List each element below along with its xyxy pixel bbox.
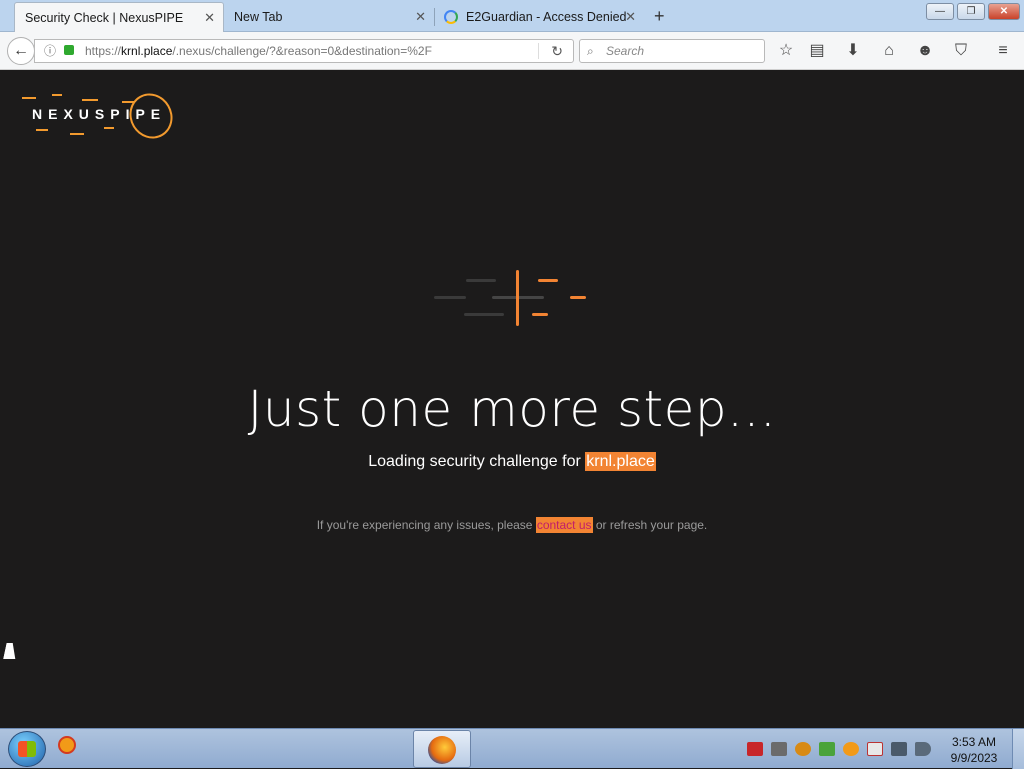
taskbar: 3:53 AM 9/9/2023 [0, 728, 1024, 769]
search-placeholder: Search [606, 44, 645, 58]
loading-message-text: Loading security challenge for [368, 453, 581, 470]
reload-icon[interactable]: ↻ [551, 40, 563, 62]
close-window-button[interactable]: ✕ [988, 3, 1020, 20]
url-bar[interactable]: ⓘ https://krnl.place/.nexus/challenge/?&… [34, 39, 574, 63]
tab-security-check[interactable]: Security Check | NexusPIPE ✕ [14, 2, 224, 32]
tray-app-icon[interactable] [843, 742, 859, 756]
logo-dash [36, 129, 48, 131]
loading-message: Loading security challenge for krnl.plac… [0, 452, 1024, 471]
windows-logo-icon [18, 741, 36, 757]
tab-close-icon[interactable]: ✕ [415, 9, 426, 25]
contact-us-link[interactable]: contact us [535, 517, 593, 533]
pinned-app-icon[interactable] [58, 736, 76, 754]
google-icon [444, 10, 458, 24]
page-content: NEXUSPIPE Just one more step... Loading … [0, 71, 1024, 728]
tab-label: New Tab [234, 10, 283, 24]
url-text[interactable]: https://krnl.place/.nexus/challenge/?&re… [85, 40, 432, 62]
spinner-bar [516, 270, 519, 326]
spinner-bar [532, 313, 548, 316]
logo-text: NEXUSPIPE [32, 106, 167, 122]
tab-label: E2Guardian - Access Denied [466, 10, 627, 24]
logo-dash [82, 99, 98, 101]
tab-e2guardian[interactable]: E2Guardian - Access Denied ✕ [434, 2, 644, 32]
spinner-bar [466, 279, 496, 282]
spinner-bar [570, 296, 586, 299]
navigation-bar: ← ⓘ https://krnl.place/.nexus/challenge/… [0, 32, 1024, 70]
new-tab-button[interactable]: + [654, 6, 665, 27]
tray-utorrent-icon[interactable] [819, 742, 835, 756]
info-icon[interactable]: ⓘ [44, 40, 56, 62]
page-title: Just one more step... [247, 380, 777, 438]
tray-tools-icon[interactable] [771, 742, 787, 756]
tab-label: Security Check | NexusPIPE [25, 10, 184, 25]
clock-date: 9/9/2023 [950, 751, 998, 765]
reading-list-icon[interactable]: ▤ [807, 41, 827, 61]
firefox-icon [428, 736, 456, 764]
menu-icon[interactable]: ≡ [993, 41, 1013, 61]
tray-volume-muted-icon[interactable] [915, 742, 931, 756]
tray-network-icon[interactable] [891, 742, 907, 756]
maximize-button[interactable]: ❐ [957, 3, 985, 20]
system-clock[interactable]: 3:53 AM 9/9/2023 [946, 734, 1002, 766]
show-desktop-button[interactable] [1012, 729, 1024, 769]
minimize-button[interactable]: — [926, 3, 954, 20]
tray-search-icon[interactable] [795, 742, 811, 756]
logo-dash [104, 127, 114, 129]
taskbar-firefox-button[interactable] [413, 730, 471, 768]
tab-new-tab[interactable]: New Tab ✕ [224, 2, 434, 32]
download-icon[interactable]: ⬇ [843, 41, 863, 61]
nexuspipe-logo: NEXUSPIPE [22, 85, 202, 147]
url-separator [538, 43, 539, 59]
logo-dash [70, 133, 84, 135]
hello-icon[interactable]: ☻ [915, 41, 935, 61]
search-input[interactable]: ⌕ Search [579, 39, 765, 63]
tray-antivirus-icon[interactable] [747, 742, 763, 756]
tab-close-icon[interactable]: ✕ [204, 10, 215, 26]
tab-close-icon[interactable]: ✕ [625, 9, 636, 25]
spinner-bar [464, 313, 504, 316]
clock-time: 3:53 AM [951, 735, 997, 749]
tray-flag-icon[interactable] [867, 742, 883, 756]
start-button[interactable] [8, 731, 46, 767]
back-icon[interactable]: ← [7, 37, 35, 65]
search-icon: ⌕ [587, 44, 594, 58]
loading-spinner [434, 270, 588, 326]
issues-message: If you're experiencing any issues, pleas… [0, 517, 1024, 533]
pocket-icon[interactable]: ⛉ [951, 41, 971, 61]
bookmark-star-icon[interactable]: ☆ [776, 41, 796, 61]
logo-dash [52, 94, 62, 96]
issues-text: If you're experiencing any issues, pleas… [316, 518, 533, 532]
issues-suffix-text: or refresh your page. [595, 518, 708, 532]
domain-highlight: krnl.place [585, 452, 656, 471]
tab-bar: Security Check | NexusPIPE ✕ New Tab ✕ E… [0, 0, 1024, 32]
mouse-cursor-icon [3, 643, 19, 659]
spinner-bar [538, 279, 558, 282]
spinner-bar [434, 296, 466, 299]
home-icon[interactable]: ⌂ [879, 41, 899, 61]
logo-dash [22, 97, 36, 99]
lock-icon[interactable] [64, 45, 74, 55]
